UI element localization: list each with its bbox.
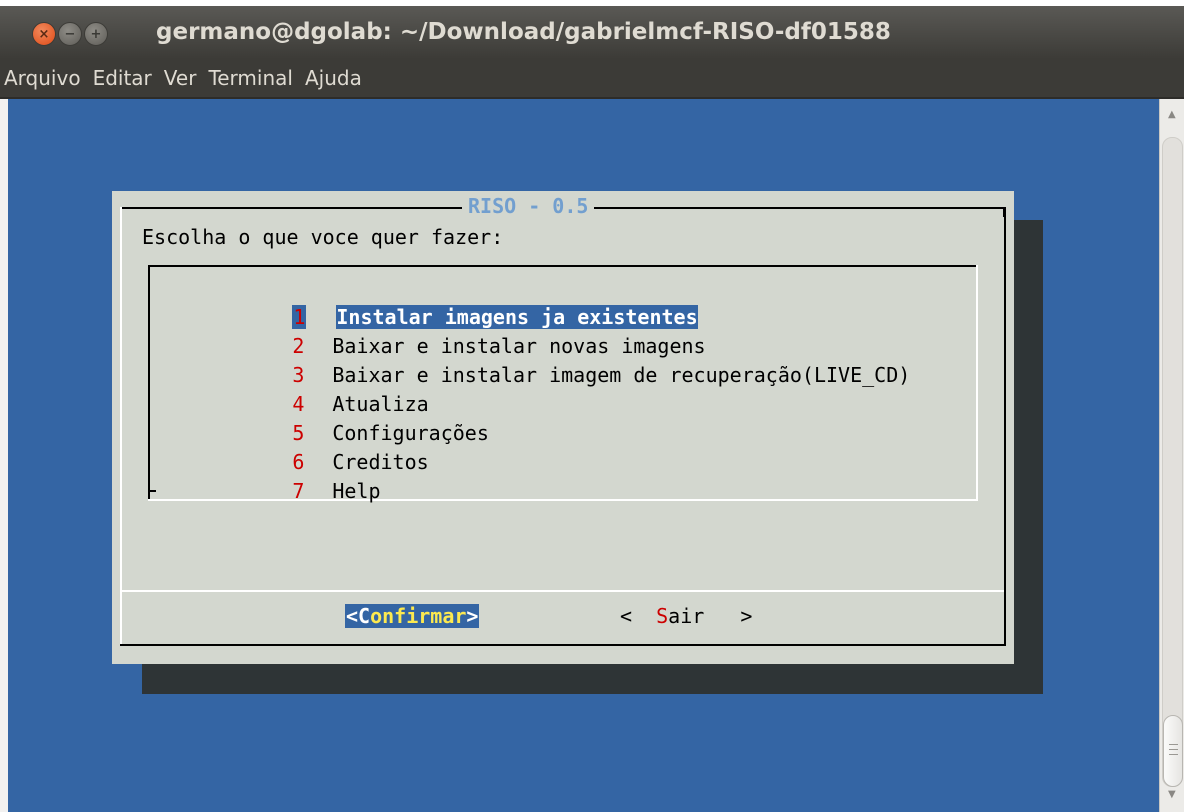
menu-box-right [976, 265, 978, 501]
menu-list-box: 1 Instalar imagens ja existentes 2 Baixar … [148, 265, 978, 503]
menu-ver[interactable]: Ver [161, 66, 200, 90]
menu-item-label: Help [332, 479, 381, 503]
confirm-button[interactable]: <Confirmar> [345, 604, 480, 628]
scrollbar-thumb[interactable] [1163, 715, 1183, 787]
dialog-frame-right [1004, 207, 1006, 645]
grip-line [1169, 754, 1178, 755]
menu-ajuda[interactable]: Ajuda [302, 66, 365, 90]
menu-item-1[interactable]: 1 Instalar imagens ja existentes [196, 281, 698, 329]
menu-item-4[interactable]: 4 Atualiza [196, 368, 428, 416]
confirm-open-bracket: < [346, 604, 359, 628]
dialog-separator-corner [1004, 582, 1006, 592]
menu-box-tick [148, 490, 156, 492]
dialog-button-separator [120, 590, 1006, 592]
menu-arquivo[interactable]: Arquivo [1, 66, 84, 90]
exit-label: air [668, 604, 705, 628]
menu-item-2[interactable]: 2 Baixar e instalar novas imagens [196, 310, 705, 358]
window-title: germano@dgolab: ~/Download/gabrielmcf-RI… [156, 19, 891, 45]
confirm-label: onfirmar [370, 604, 467, 628]
riso-dialog: RISO - 0.5 Escolha o que voce quer fazer… [112, 191, 1014, 664]
grip-line [1169, 744, 1178, 745]
exit-hotkey: S [656, 604, 669, 628]
close-window-icon[interactable]: × [32, 22, 56, 46]
maximize-window-icon[interactable]: + [84, 22, 108, 46]
menu-terminal[interactable]: Terminal [205, 66, 296, 90]
menu-item-6[interactable]: 6 Creditos [196, 426, 428, 474]
scrollbar-trough[interactable] [1162, 137, 1183, 787]
confirm-close-bracket: > [466, 604, 479, 628]
minimize-window-icon[interactable]: − [58, 22, 82, 46]
menu-editar[interactable]: Editar [90, 66, 155, 90]
dialog-title: RISO - 0.5 [462, 194, 595, 218]
menu-item-3[interactable]: 3 Baixar e instalar imagem de recuperação… [196, 339, 910, 387]
dialog-prompt: Escolha o que voce quer fazer: [142, 225, 504, 249]
exit-button[interactable]: < Sair > [620, 604, 752, 628]
vertical-scrollbar[interactable]: ▲ ▼ [1159, 99, 1184, 812]
menu-item-7[interactable]: 7 Help [196, 455, 380, 503]
exit-close-bracket: > [704, 604, 753, 628]
menu-item-number: 7 [292, 479, 305, 503]
dialog-frame-bottom [120, 644, 1006, 646]
window-titlebar[interactable]: × − + germano@dgolab: ~/Download/gabriel… [0, 6, 1184, 59]
menu-box-left [148, 265, 150, 501]
exit-open-bracket: < [620, 604, 657, 628]
dialog-frame-left [120, 207, 122, 645]
menubar: Arquivo Editar Ver Terminal Ajuda [0, 59, 1184, 97]
confirm-hotkey: C [358, 604, 371, 628]
menu-box-top [148, 265, 978, 267]
scroll-up-icon[interactable]: ▲ [1168, 109, 1176, 120]
scroll-down-icon[interactable]: ▼ [1168, 789, 1176, 800]
terminal-area[interactable]: RISO - 0.5 Escolha o que voce quer fazer… [8, 99, 1159, 812]
menu-item-5[interactable]: 5 Configurações [196, 397, 489, 445]
grip-line [1169, 749, 1178, 750]
